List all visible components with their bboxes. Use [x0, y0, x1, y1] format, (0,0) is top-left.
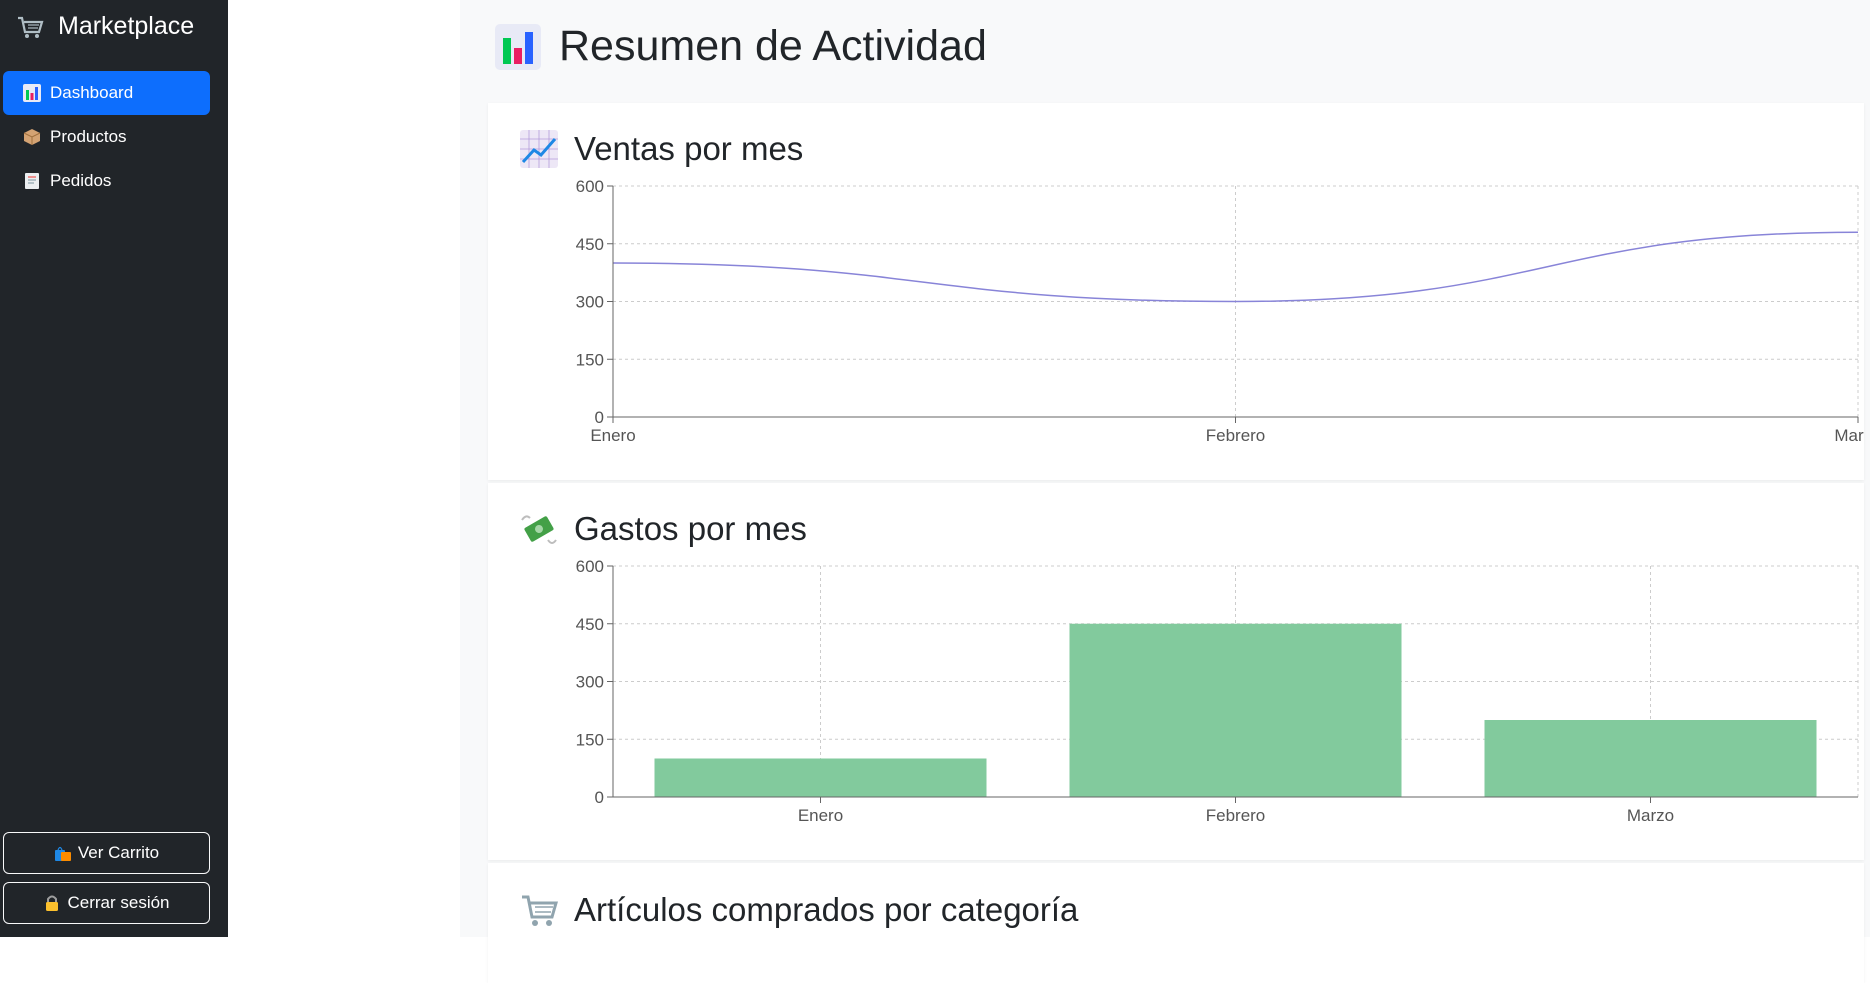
logout-button[interactable]: Cerrar sesión — [3, 882, 210, 924]
categories-card: Artículos comprados por categoría — [488, 863, 1864, 983]
bar-enero — [654, 758, 987, 797]
x-tick-label: Febrero — [1206, 806, 1266, 825]
brand-label: Marketplace — [58, 12, 195, 40]
expenses-bar-chart: 0 150 300 450 600 Enero Febrero Marzo — [576, 557, 1859, 825]
shopping-cart-icon — [520, 891, 558, 929]
package-icon — [23, 128, 41, 146]
logout-label: Cerrar sesión — [67, 893, 170, 912]
shopping-bags-icon — [54, 844, 72, 862]
bar-marzo — [1484, 720, 1817, 797]
shopping-cart-icon — [16, 13, 44, 41]
expenses-card: Gastos por mes 0 150 300 450 600 Enero Febrero… — [488, 483, 1864, 860]
bar-febrero — [1069, 623, 1402, 797]
x-tick-label: Enero — [798, 806, 843, 825]
sidebar: Marketplace Dashboard Productos Pedidos … — [0, 0, 228, 937]
sales-card: Ventas por mes 0 150 300 450 600 Enero Febrero… — [488, 103, 1864, 480]
y-tick-label: 300 — [576, 673, 604, 692]
page-title: Resumen de Actividad — [495, 22, 987, 71]
x-tick-label: Marzo — [1627, 806, 1674, 825]
y-tick-label: 150 — [576, 350, 604, 369]
sidebar-item-pedidos[interactable]: Pedidos — [3, 159, 210, 203]
categories-card-title-text: Artículos comprados por categoría — [574, 891, 1079, 928]
y-tick-label: 450 — [576, 615, 604, 634]
x-tick-label: Febrero — [1206, 426, 1266, 445]
sidebar-item-label: Pedidos — [50, 171, 112, 190]
receipt-icon — [23, 172, 41, 190]
lock-icon — [43, 894, 61, 912]
x-tick-label: Marzo — [1834, 426, 1864, 445]
y-tick-label: 300 — [576, 293, 604, 312]
sidebar-item-dashboard[interactable]: Dashboard — [3, 71, 210, 115]
sales-line-chart: 0 150 300 450 600 Enero Febrero Marzo — [576, 177, 1864, 445]
y-tick-label: 600 — [576, 177, 604, 196]
y-tick-label: 0 — [595, 408, 604, 427]
page-title-text: Resumen de Actividad — [559, 22, 987, 70]
y-tick-label: 600 — [576, 557, 604, 576]
categories-card-title: Artículos comprados por categoría — [520, 891, 1078, 929]
bar-chart-icon — [23, 84, 41, 102]
main-content: Resumen de Actividad Ventas por mes 0 150… — [460, 0, 1870, 983]
sidebar-item-productos[interactable]: Productos — [3, 115, 210, 159]
y-tick-label: 150 — [576, 730, 604, 749]
view-cart-label: Ver Carrito — [77, 843, 160, 862]
brand[interactable]: Marketplace — [16, 12, 194, 41]
y-tick-label: 0 — [595, 788, 604, 807]
sidebar-item-label: Productos — [50, 127, 127, 146]
bar-chart-icon — [495, 23, 541, 70]
sidebar-item-label: Dashboard — [50, 83, 134, 102]
y-tick-label: 450 — [576, 235, 604, 254]
x-tick-label: Enero — [590, 426, 635, 445]
view-cart-button[interactable]: Ver Carrito — [3, 832, 210, 874]
